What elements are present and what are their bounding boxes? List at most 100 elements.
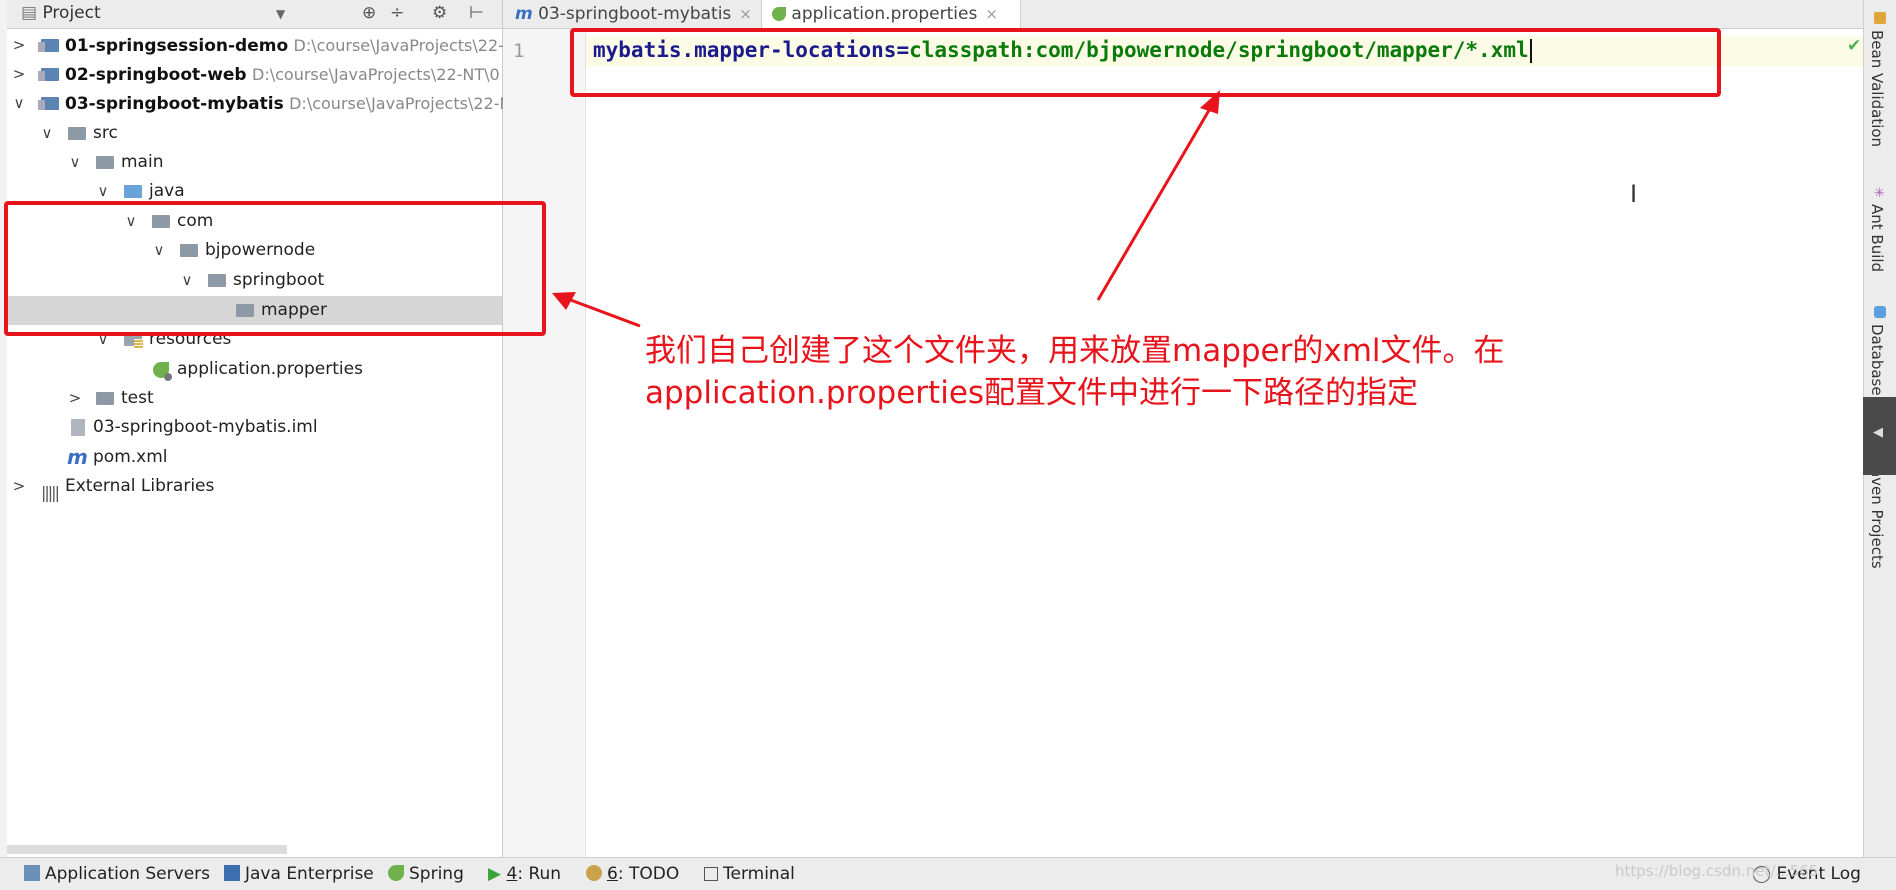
run-icon: ▶: [488, 864, 502, 884]
chevron-right-icon[interactable]: >: [12, 31, 26, 60]
tool-shortcut: 6: [607, 864, 618, 884]
watermark: https://blog.csdn.net/...565: [1615, 862, 1819, 880]
tool-label: : Run: [517, 864, 562, 884]
module-path: D:\course\JavaProjects\22-N: [289, 94, 512, 113]
tool-label: Spring: [409, 864, 464, 884]
sidebar-item-database[interactable]: Database: [1868, 324, 1886, 396]
tree-item-label: 02-springboot-web: [65, 65, 247, 85]
tool-run[interactable]: ▶ 4: Run: [488, 864, 561, 884]
tree-item-iml[interactable]: 03-springboot-mybatis.iml: [7, 413, 502, 442]
server-icon: [24, 865, 40, 881]
tree-item-pom-xml[interactable]: m pom.xml: [7, 443, 502, 472]
chevron-right-icon[interactable]: >: [68, 384, 82, 413]
locate-icon[interactable]: ⊕: [362, 3, 376, 23]
annotation-line-2: application.properties配置文件中进行一下路径的指定: [645, 375, 1419, 411]
tool-todo[interactable]: 6: TODO: [586, 864, 679, 884]
tree-item-03-springboot-mybatis[interactable]: ∨ 03-springboot-mybatis D:\course\JavaPr…: [7, 89, 512, 118]
tree-item-application-properties[interactable]: application.properties: [7, 355, 502, 384]
folder-icon: [96, 392, 114, 405]
module-icon: [38, 97, 59, 110]
tool-label: : TODO: [617, 864, 680, 884]
bottom-tool-bar: Application Servers Java Enterprise Spri…: [0, 857, 1896, 890]
tree-item-label: 01-springsession-demo: [65, 36, 289, 56]
tree-item-test[interactable]: > test: [7, 384, 502, 413]
module-icon: [38, 68, 59, 81]
editor-gutter: [503, 29, 586, 857]
maven-icon: m: [515, 4, 533, 24]
project-panel-header: ▤ Project ▼ ⊕ ÷ ⚙ ⊢: [7, 0, 502, 29]
tool-label: Terminal: [723, 864, 795, 884]
code-editor[interactable]: [586, 29, 1863, 857]
tree-item-label: test: [121, 388, 154, 408]
project-title: Project: [42, 3, 101, 23]
tree-item-label: 03-springboot-mybatis.iml: [93, 417, 318, 437]
tree-item-01-springsession-demo[interactable]: > 01-springsession-demo D:\course\JavaPr…: [7, 31, 516, 60]
chevron-down-icon[interactable]: ∨: [40, 119, 54, 148]
source-folder-icon: [124, 185, 142, 198]
tree-item-label: main: [121, 152, 164, 172]
project-view-selector[interactable]: ▤ Project ▼: [21, 3, 285, 23]
tab-03-springboot-mybatis[interactable]: m 03-springboot-mybatis ×: [505, 0, 760, 28]
text-cursor-icon: I: [1630, 180, 1638, 208]
spring-leaf-icon: [772, 7, 786, 21]
tab-application-properties[interactable]: application.properties ×: [761, 0, 1021, 29]
chevron-right-icon[interactable]: >: [12, 472, 26, 501]
database-icon: [1874, 306, 1886, 318]
tab-label: 03-springboot-mybatis: [538, 4, 732, 24]
module-icon: [38, 39, 59, 52]
tree-item-src[interactable]: ∨ src: [7, 119, 502, 148]
tree-item-label: application.properties: [177, 359, 363, 379]
maven-tab-highlight: ◀: [1863, 397, 1896, 475]
project-icon: ▤: [21, 3, 38, 23]
chevron-down-icon[interactable]: ∨: [12, 89, 26, 118]
project-tool-window: ▤ Project ▼ ⊕ ÷ ⚙ ⊢ > 01-springsession-d…: [7, 0, 516, 857]
tree-item-label: 03-springboot-mybatis: [65, 94, 284, 114]
tool-spring[interactable]: Spring: [388, 864, 464, 884]
spring-leaf-icon: [153, 362, 172, 381]
module-path: D:\course\JavaProjects\22-N: [293, 36, 516, 55]
chevron-down-icon[interactable]: ▼: [276, 7, 285, 21]
chevron-down-icon[interactable]: ∨: [68, 148, 82, 177]
module-path: D:\course\JavaProjects\22-NT\0: [252, 65, 500, 84]
tab-label: application.properties: [791, 4, 978, 24]
tree-item-label: pom.xml: [93, 447, 168, 467]
horizontal-scrollbar[interactable]: [7, 845, 287, 854]
tool-label: Java Enterprise: [245, 864, 374, 884]
line-number: 1: [513, 40, 525, 62]
annotation-line-1: 我们自己创建了这个文件夹，用来放置mapper的xml文件。在: [645, 333, 1505, 369]
folder-icon: [68, 127, 86, 140]
sidebar-item-bean-validation[interactable]: Bean Validation: [1868, 30, 1886, 147]
ant-icon: ✳: [1874, 186, 1885, 201]
tree-item-label: External Libraries: [65, 476, 215, 496]
iml-file-icon: [71, 419, 85, 436]
tool-label: Application Servers: [45, 864, 210, 884]
highlight-box-code: [570, 28, 1721, 97]
gear-icon[interactable]: ⚙: [432, 3, 447, 23]
close-icon[interactable]: ×: [985, 5, 998, 23]
maven-icon: m: [67, 445, 88, 469]
folder-icon: [96, 156, 114, 169]
collapse-all-icon[interactable]: ÷: [390, 3, 404, 23]
java-enterprise-icon: [224, 865, 240, 881]
tree-item-02-springboot-web[interactable]: > 02-springboot-web D:\course\JavaProjec…: [7, 60, 502, 89]
tree-item-label: src: [93, 123, 118, 143]
tool-java-enterprise[interactable]: Java Enterprise: [224, 864, 374, 884]
inspection-ok-icon[interactable]: ✔: [1847, 36, 1861, 56]
annotation-text: 我们自己创建了这个文件夹，用来放置mapper的xml文件。在 applicat…: [645, 330, 1505, 414]
hide-panel-icon[interactable]: ⊢: [469, 3, 484, 23]
tree-item-external-libraries[interactable]: > ||||| External Libraries: [7, 472, 502, 502]
bean-validation-icon: [1874, 12, 1886, 24]
tool-shortcut: 4: [506, 864, 518, 884]
spring-leaf-icon: [388, 865, 404, 881]
close-icon[interactable]: ×: [739, 5, 752, 23]
terminal-icon: [704, 867, 718, 881]
editor-tab-bar: m 03-springboot-mybatis × application.pro…: [503, 0, 1863, 29]
highlight-box-mapper-folder: [4, 201, 546, 336]
libraries-icon: |||||: [41, 483, 60, 502]
tool-application-servers[interactable]: Application Servers: [24, 864, 210, 884]
sidebar-item-ant-build[interactable]: Ant Build: [1868, 204, 1886, 272]
tool-terminal[interactable]: Terminal: [704, 864, 795, 884]
todo-icon: [586, 865, 602, 881]
chevron-right-icon[interactable]: >: [12, 60, 26, 89]
tree-item-main[interactable]: ∨ main: [7, 148, 502, 177]
